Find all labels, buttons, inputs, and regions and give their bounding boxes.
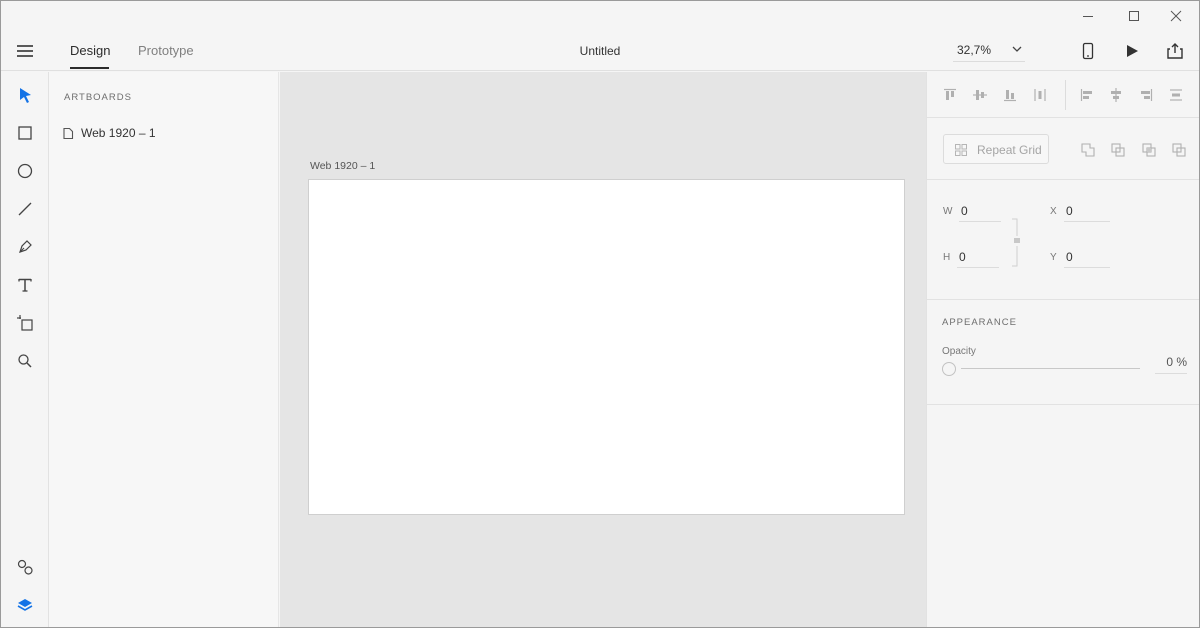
text-tool[interactable]: [13, 273, 37, 297]
lock-aspect-icon[interactable]: [1011, 218, 1021, 268]
align-right-icon: [1141, 89, 1153, 101]
artboard-label[interactable]: Web 1920 – 1: [310, 160, 375, 172]
pen-tool[interactable]: [13, 235, 37, 259]
repeat-grid-label: Repeat Grid: [977, 143, 1042, 157]
align-left-button[interactable]: [1076, 84, 1098, 106]
close-button[interactable]: [1153, 1, 1199, 31]
x-field[interactable]: 0: [1064, 202, 1110, 222]
width-field[interactable]: 0: [959, 202, 1001, 222]
mobile-preview-icon: [1082, 42, 1094, 60]
opacity-label: Opacity: [942, 346, 976, 357]
align-left-icon: [1080, 89, 1092, 101]
y-label: Y: [1050, 252, 1057, 263]
opacity-slider-track[interactable]: [961, 368, 1140, 369]
layers-button[interactable]: [13, 593, 37, 617]
artboards-heading: ARTBOARDS: [64, 92, 132, 103]
close-icon: [1170, 10, 1182, 22]
width-label: W: [943, 206, 953, 217]
appearance-heading: APPEARANCE: [942, 317, 1017, 328]
rectangle-tool[interactable]: [13, 121, 37, 145]
align-middle-icon: [973, 90, 987, 100]
align-bottom-button[interactable]: [999, 84, 1021, 106]
align-right-button[interactable]: [1135, 84, 1157, 106]
subtract-icon: [1111, 143, 1125, 157]
boolean-intersect-button[interactable]: [1139, 140, 1159, 160]
maximize-icon: [1129, 11, 1139, 21]
distribute-vertical-icon: [1170, 89, 1182, 101]
share-button[interactable]: [1163, 39, 1187, 63]
boolean-subtract-button[interactable]: [1108, 140, 1128, 160]
boolean-add-button[interactable]: [1078, 140, 1098, 160]
align-top-icon: [944, 88, 956, 100]
assets-button[interactable]: [13, 555, 37, 579]
align-divider: [1065, 80, 1066, 110]
opacity-slider-thumb[interactable]: [942, 362, 956, 376]
x-label: X: [1050, 206, 1057, 217]
select-tool[interactable]: [13, 83, 37, 107]
zoom-value: 32,7%: [957, 43, 992, 57]
grid-icon: [955, 144, 967, 156]
select-arrow-icon: [20, 88, 31, 103]
height-label: H: [943, 252, 951, 263]
app-window: Design Prototype Untitled 32,7% ARTBOARD…: [0, 0, 1200, 628]
app-header: Design Prototype Untitled 32,7%: [1, 31, 1199, 71]
repeat-grid-button[interactable]: Repeat Grid: [943, 134, 1049, 164]
exclude-icon: [1172, 143, 1186, 157]
property-inspector: Repeat Grid W 0 H 0 X 0 Y 0 APPEARANCE O…: [926, 72, 1199, 627]
artboard-tool[interactable]: [13, 311, 37, 335]
align-toolbar: [927, 72, 1199, 118]
distribute-vertical-button[interactable]: [1165, 84, 1187, 106]
line-tool[interactable]: [13, 197, 37, 221]
tab-design[interactable]: Design: [70, 43, 110, 58]
layers-icon: [17, 599, 33, 611]
play-icon: [1127, 45, 1138, 57]
intersect-icon: [1142, 143, 1156, 157]
magnifier-icon: [18, 354, 32, 368]
ellipse-tool[interactable]: [13, 159, 37, 183]
zoom-tool[interactable]: [13, 349, 37, 373]
minimize-icon: [1083, 16, 1093, 17]
opacity-field[interactable]: 0 %: [1155, 352, 1187, 374]
y-field[interactable]: 0: [1064, 248, 1110, 268]
hamburger-icon: [17, 45, 33, 57]
minimize-button[interactable]: [1065, 1, 1111, 31]
ellipse-icon: [17, 163, 33, 179]
mobile-preview-button[interactable]: [1076, 39, 1100, 63]
active-tab-indicator: [70, 67, 109, 69]
share-icon: [1167, 43, 1183, 59]
dimensions-section: W 0 H 0 X 0 Y 0: [927, 180, 1199, 300]
hamburger-menu-button[interactable]: [13, 41, 37, 61]
chevron-down-icon: [1012, 46, 1022, 52]
artboard[interactable]: [308, 179, 905, 515]
distribute-horizontal-icon: [1034, 89, 1046, 101]
maximize-button[interactable]: [1111, 1, 1157, 31]
tools-toolbar: [1, 72, 49, 627]
page-icon: [63, 127, 74, 140]
assets-icon: [17, 559, 33, 575]
align-center-button[interactable]: [1105, 84, 1127, 106]
add-icon: [1081, 143, 1095, 157]
zoom-dropdown[interactable]: 32,7%: [953, 40, 1025, 62]
layer-item[interactable]: Web 1920 – 1: [59, 124, 269, 144]
align-bottom-icon: [1004, 90, 1016, 102]
repeat-grid-row: Repeat Grid: [927, 118, 1199, 180]
pen-icon: [19, 240, 32, 253]
align-middle-button[interactable]: [969, 84, 991, 106]
rectangle-icon: [18, 126, 32, 140]
text-icon: [18, 278, 32, 292]
layer-item-label: Web 1920 – 1: [81, 126, 156, 140]
line-icon: [18, 202, 32, 216]
artboard-icon: [17, 315, 33, 331]
align-top-button[interactable]: [939, 84, 961, 106]
appearance-section: APPEARANCE Opacity 0 %: [927, 300, 1199, 405]
layers-panel: ARTBOARDS Web 1920 – 1: [49, 72, 279, 627]
boolean-exclude-button[interactable]: [1169, 140, 1189, 160]
tab-prototype[interactable]: Prototype: [138, 43, 194, 58]
design-canvas[interactable]: Web 1920 – 1: [280, 72, 926, 627]
title-bar: [1, 1, 1199, 31]
align-center-icon: [1111, 88, 1121, 102]
height-field[interactable]: 0: [957, 248, 999, 268]
play-button[interactable]: [1120, 39, 1144, 63]
distribute-horizontal-button[interactable]: [1029, 84, 1051, 106]
